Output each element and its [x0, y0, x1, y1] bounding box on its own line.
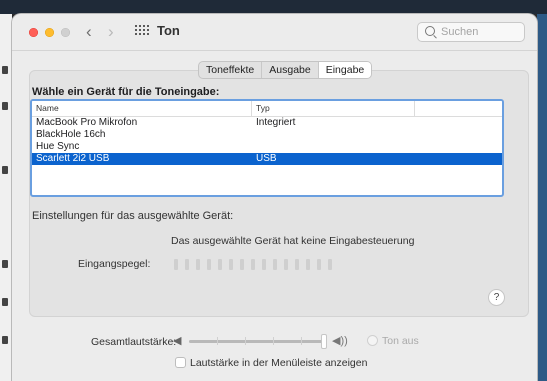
level-meter-segment: [251, 259, 255, 270]
level-meter-segment: [273, 259, 277, 270]
back-icon[interactable]: ‹: [86, 20, 92, 44]
search-placeholder: Suchen: [441, 26, 479, 38]
speaker-high-icon: ◀)): [332, 335, 348, 347]
no-input-control-text: Das ausgewählte Gerät hat keine Eingabes…: [171, 235, 415, 247]
table-row[interactable]: MacBook Pro Mikrofon Integriert: [32, 117, 502, 129]
table-header: Name Typ: [32, 101, 502, 117]
show-volume-in-menubar-label: Lautstärke in der Menüleiste anzeigen: [190, 357, 368, 369]
tab-toneffekte[interactable]: Toneffekte: [199, 62, 263, 78]
background-window-right: [537, 14, 547, 381]
column-header-type[interactable]: Typ: [256, 103, 270, 113]
search-field[interactable]: Suchen: [417, 22, 525, 42]
table-row-selected[interactable]: Scarlett 2i2 USB USB: [32, 153, 502, 165]
desktop-background-top: [0, 0, 547, 14]
level-meter-segment: [229, 259, 233, 270]
tab-ausgabe[interactable]: Ausgabe: [262, 62, 319, 78]
volume-slider-fill: [189, 340, 327, 343]
background-text-fragment: [2, 102, 8, 110]
sound-preferences-window: ‹ › Ton Suchen Toneffekte Ausgabe Eingab…: [12, 14, 537, 381]
table-row[interactable]: BlackHole 16ch: [32, 129, 502, 141]
level-meter-segment: [262, 259, 266, 270]
level-meter-segment: [284, 259, 288, 270]
level-meter-segment: [328, 259, 332, 270]
search-icon: [425, 26, 435, 36]
column-header-name[interactable]: Name: [36, 103, 59, 113]
device-settings-label: Einstellungen für das ausgewählte Gerät:: [32, 210, 234, 222]
device-name: MacBook Pro Mikrofon: [36, 117, 138, 128]
speaker-low-icon: ◀: [173, 335, 182, 347]
mute-checkbox[interactable]: [367, 335, 378, 346]
background-text-fragment: [2, 298, 8, 306]
input-level-meter: [174, 259, 332, 270]
device-name: Hue Sync: [36, 141, 80, 152]
window-title: Ton: [157, 23, 180, 38]
forward-icon[interactable]: ›: [108, 20, 114, 44]
device-name: Scarlett 2i2 USB: [36, 153, 110, 164]
show-volume-in-menubar-checkbox[interactable]: [175, 357, 186, 368]
background-text-fragment: [2, 166, 8, 174]
zoom-button[interactable]: [61, 28, 70, 37]
input-device-table[interactable]: Name Typ MacBook Pro Mikrofon Integriert…: [30, 99, 504, 197]
slider-tick: [301, 337, 302, 345]
slider-tick: [273, 337, 274, 345]
level-meter-segment: [174, 259, 178, 270]
title-bar: ‹ › Ton Suchen: [12, 14, 537, 51]
level-meter-segment: [240, 259, 244, 270]
output-volume-slider[interactable]: [189, 334, 327, 349]
column-divider: [414, 101, 415, 116]
volume-slider-knob[interactable]: [321, 334, 327, 349]
background-text-fragment: [2, 260, 8, 268]
mute-label: Ton aus: [382, 335, 419, 347]
level-meter-segment: [218, 259, 222, 270]
level-meter-segment: [306, 259, 310, 270]
device-name: BlackHole 16ch: [36, 129, 106, 140]
input-level-label: Eingangspegel:: [78, 258, 151, 270]
device-list-heading: Wähle ein Gerät für die Toneingabe:: [32, 86, 220, 98]
help-button[interactable]: ?: [488, 289, 505, 306]
level-meter-segment: [295, 259, 299, 270]
level-meter-segment: [196, 259, 200, 270]
device-type: USB: [256, 153, 277, 164]
level-meter-segment: [185, 259, 189, 270]
table-row[interactable]: Hue Sync: [32, 141, 502, 153]
slider-tick: [217, 337, 218, 345]
background-text-fragment: [2, 336, 8, 344]
level-meter-segment: [317, 259, 321, 270]
minimize-button[interactable]: [45, 28, 54, 37]
background-window-left: [0, 14, 12, 381]
tab-eingabe[interactable]: Eingabe: [318, 62, 372, 78]
segmented-tabs: Toneffekte Ausgabe Eingabe: [198, 61, 373, 79]
output-volume-label: Gesamtlautstärke:: [91, 336, 177, 348]
column-divider: [251, 101, 252, 116]
device-type: Integriert: [256, 117, 296, 128]
slider-tick: [245, 337, 246, 345]
close-button[interactable]: [29, 28, 38, 37]
level-meter-segment: [207, 259, 211, 270]
background-text-fragment: [2, 66, 8, 74]
show-all-grid-icon[interactable]: [135, 25, 149, 37]
